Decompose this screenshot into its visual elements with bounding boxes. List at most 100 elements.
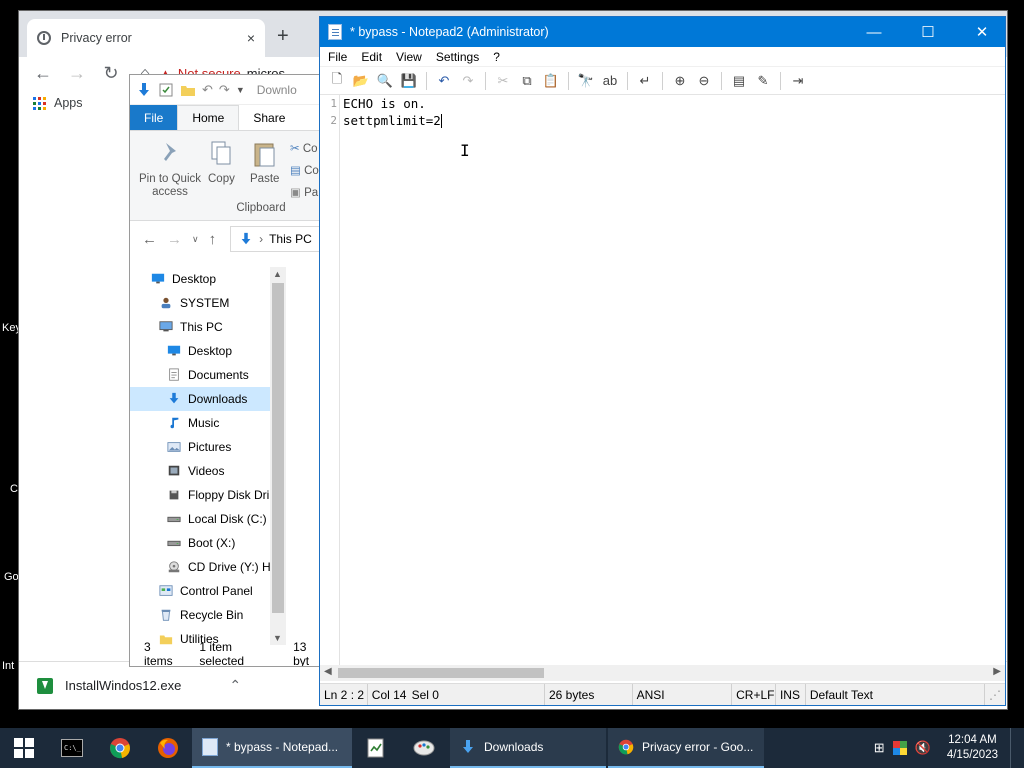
new-folder-icon[interactable]	[180, 82, 196, 98]
status-line-endings[interactable]: CR+LF	[732, 684, 776, 705]
nav-item[interactable]: Videos	[130, 459, 285, 483]
horizontal-scrollbar[interactable]: ◀ ▶	[320, 665, 1005, 681]
file-explorer-window[interactable]: ↶ ↷ ▼ Downlo File Home Share Pin to Quic…	[129, 74, 324, 667]
chevron-down-icon[interactable]: ▼	[236, 85, 245, 95]
nav-item[interactable]: Boot (X:)	[130, 531, 285, 555]
nav-item[interactable]: This PC	[130, 315, 285, 339]
customize-scheme-icon[interactable]: ✎	[754, 72, 772, 90]
find-icon[interactable]: 🔭	[577, 72, 595, 90]
paste-icon[interactable]: 📋	[542, 72, 560, 90]
menu-file[interactable]: File	[328, 50, 355, 64]
nav-item[interactable]: Desktop	[130, 267, 285, 291]
scroll-right-icon[interactable]: ▶	[993, 666, 1001, 677]
start-button[interactable]	[0, 728, 48, 768]
notepad2-window[interactable]: * bypass - Notepad2 (Administrator) — ☐ …	[319, 16, 1006, 706]
exit-icon[interactable]: ⇥	[789, 72, 807, 90]
save-icon[interactable]: 💾	[400, 72, 418, 90]
up-icon[interactable]: ↑	[209, 231, 217, 248]
nav-item[interactable]: Local Disk (C:)	[130, 507, 285, 531]
navigation-pane[interactable]: Desktop SYSTEM This PC Desktop Documents Down…	[130, 267, 285, 645]
status-scheme[interactable]: Default Text	[806, 684, 985, 705]
tab-share[interactable]: Share	[239, 105, 299, 130]
line-text[interactable]: ECHO is on.	[340, 96, 426, 111]
resize-grip-icon[interactable]: ⋰	[985, 684, 1005, 705]
new-tab-button[interactable]: +	[277, 25, 289, 48]
nav-item[interactable]: Music	[130, 411, 285, 435]
scrollbar-thumb[interactable]	[272, 283, 284, 613]
menu-edit[interactable]: Edit	[361, 50, 390, 64]
forward-icon[interactable]: →	[67, 63, 87, 84]
menu-settings[interactable]: Settings	[436, 50, 487, 64]
redo-icon[interactable]: ↷	[219, 82, 230, 98]
scroll-left-icon[interactable]: ◀	[324, 666, 332, 677]
open-folder-icon[interactable]: 📂	[352, 72, 370, 90]
nav-item[interactable]: Pictures	[130, 435, 285, 459]
zoom-in-icon[interactable]: ⊕	[671, 72, 689, 90]
copy-path-button[interactable]: ▤ Co	[290, 163, 319, 177]
taskbar-chrome[interactable]	[96, 728, 144, 768]
undo-icon[interactable]: ↶	[435, 72, 453, 90]
replace-icon[interactable]: ab	[601, 72, 619, 90]
recent-locations-icon[interactable]: ∨	[192, 234, 199, 245]
menu-view[interactable]: View	[396, 50, 430, 64]
taskbar-task-downloads[interactable]: Downloads	[450, 728, 606, 768]
nav-item[interactable]: SYSTEM	[130, 291, 285, 315]
status-mode[interactable]: INS	[776, 684, 806, 705]
taskbar-spreadsheet[interactable]	[352, 728, 400, 768]
menu-help[interactable]: ?	[493, 50, 508, 64]
nav-item[interactable]: Downloads	[130, 387, 285, 411]
chevron-up-icon[interactable]: ⌃	[229, 677, 241, 694]
text-editor[interactable]: 1 ECHO is on. 2 settpmlimit=2 I	[320, 95, 1005, 665]
new-file-icon[interactable]: 🗋	[328, 71, 346, 90]
download-item-name[interactable]: InstallWindos12.exe	[65, 678, 181, 693]
back-icon[interactable]: ←	[33, 63, 53, 84]
close-icon[interactable]: ×	[247, 30, 255, 46]
scrollbar-thumb[interactable]	[338, 668, 544, 678]
clock[interactable]: 12:04 AM 4/15/2023	[947, 733, 998, 763]
paste-shortcut-button[interactable]: ▣ Pa	[290, 185, 318, 199]
nav-item[interactable]: CD Drive (Y:) H	[130, 555, 285, 579]
navigation-scrollbar[interactable]: ▲ ▼	[270, 267, 286, 645]
copy-icon[interactable]: ⧉	[518, 72, 536, 90]
cut-button[interactable]: ✂ Co	[290, 141, 318, 155]
cut-icon[interactable]: ✂	[494, 72, 512, 90]
nav-item[interactable]: Documents	[130, 363, 285, 387]
nav-item[interactable]: Desktop	[130, 339, 285, 363]
nav-item[interactable]: Floppy Disk Dri	[130, 483, 285, 507]
notepad-title-bar[interactable]: * bypass - Notepad2 (Administrator) — ☐ …	[320, 17, 1005, 47]
taskbar-paint[interactable]	[400, 728, 448, 768]
taskbar-firefox[interactable]	[144, 728, 192, 768]
taskbar-cmd[interactable]: C:\_	[48, 728, 96, 768]
status-encoding[interactable]: ANSI	[633, 684, 733, 705]
breadcrumb[interactable]: › This PC	[230, 226, 321, 252]
show-desktop-button[interactable]	[1010, 728, 1014, 768]
scroll-up-icon[interactable]: ▲	[273, 269, 282, 279]
tab-file[interactable]: File	[130, 105, 178, 130]
nav-item[interactable]: Recycle Bin	[130, 603, 285, 627]
volume-muted-icon[interactable]: 🔇	[915, 740, 931, 756]
redo-icon[interactable]: ↷	[459, 72, 477, 90]
apps-bookmark[interactable]: Apps	[54, 96, 83, 110]
breadcrumb-this-pc[interactable]: This PC	[269, 232, 312, 246]
word-wrap-icon[interactable]: ↵	[636, 72, 654, 90]
maximize-button[interactable]: ☐	[905, 23, 951, 41]
zoom-out-icon[interactable]: ⊖	[695, 72, 713, 90]
taskbar-task-chrome[interactable]: Privacy error - Goo...	[608, 728, 764, 768]
properties-icon[interactable]	[158, 82, 174, 98]
close-button[interactable]: ✕	[959, 23, 1005, 41]
network-icon[interactable]: ⊞	[874, 740, 885, 756]
pin-to-quick-access-button[interactable]: Pin to Quick access	[138, 139, 202, 199]
line-text[interactable]: settpmlimit=2	[340, 113, 441, 128]
apps-grid-icon[interactable]	[33, 96, 46, 110]
minimize-button[interactable]: —	[851, 24, 897, 41]
browse-icon[interactable]: 🔍	[376, 72, 394, 90]
nav-item[interactable]: Control Panel	[130, 579, 285, 603]
tab-home[interactable]: Home	[177, 105, 240, 130]
forward-icon[interactable]: →	[167, 231, 182, 248]
copy-button[interactable]: Copy	[208, 139, 235, 186]
color-app-icon[interactable]	[892, 741, 907, 755]
chrome-tab[interactable]: Privacy error ×	[27, 19, 265, 57]
undo-icon[interactable]: ↶	[202, 82, 213, 98]
reload-icon[interactable]: ↻	[101, 63, 121, 84]
taskbar-task-notepad[interactable]: * bypass - Notepad...	[192, 728, 352, 768]
